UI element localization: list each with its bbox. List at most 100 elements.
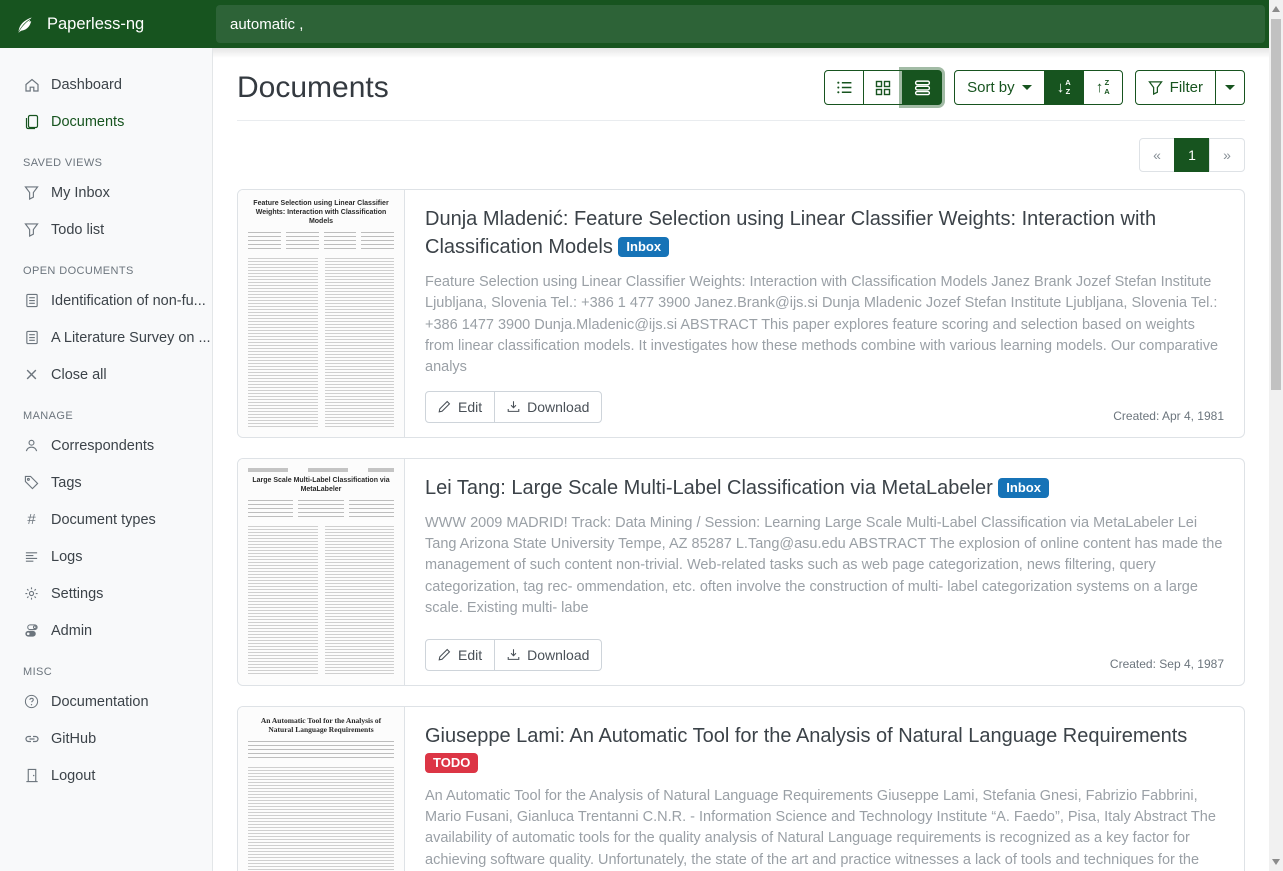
document-card: Large Scale Multi-Label Classification v… xyxy=(237,458,1245,686)
sidebar-item-logs[interactable]: Logs xyxy=(0,538,212,575)
thumbnail-title: Large Scale Multi-Label Classification v… xyxy=(248,476,394,494)
pencil-icon xyxy=(438,400,451,413)
document-snippet: WWW 2009 MADRID! Track: Data Mining / Se… xyxy=(425,513,1224,620)
pagination-page-1-button[interactable]: 1 xyxy=(1174,138,1210,172)
sidebar-item-admin[interactable]: Admin xyxy=(0,612,212,649)
filter-group: Filter xyxy=(1135,70,1245,105)
file-text-icon xyxy=(23,292,40,309)
sidebar-section-open-documents: OPEN DOCUMENTS xyxy=(0,265,212,277)
sidebar-item-tags[interactable]: Tags xyxy=(0,464,212,501)
sidebar-item-settings[interactable]: Settings xyxy=(0,575,212,612)
document-title-link[interactable]: Dunja Mladenić: Feature Selection using … xyxy=(425,205,1224,261)
tag-badge[interactable]: Inbox xyxy=(998,478,1049,498)
scroll-up-arrow-icon[interactable] xyxy=(1269,2,1283,16)
brand[interactable]: Paperless-ng xyxy=(0,14,213,35)
leaf-logo-icon xyxy=(15,14,36,35)
document-card: An Automatic Tool for the Analysis of Na… xyxy=(237,706,1245,871)
document-thumbnail[interactable]: Large Scale Multi-Label Classification v… xyxy=(238,459,405,685)
download-button[interactable]: Download xyxy=(494,639,602,671)
created-date: Created: Sep 4, 1987 xyxy=(1110,657,1224,671)
caret-down-icon xyxy=(1022,85,1032,90)
view-list-button[interactable] xyxy=(824,70,864,105)
sidebar-item-document-types[interactable]: # Document types xyxy=(0,501,212,538)
tag-icon xyxy=(23,474,40,491)
brand-name: Paperless-ng xyxy=(47,15,144,34)
document-title-link[interactable]: Lei Tang: Large Scale Multi-Label Classi… xyxy=(425,474,1224,502)
hash-icon: # xyxy=(23,511,40,528)
sidebar-item-label: A Literature Survey on ... xyxy=(51,330,211,346)
sidebar-item-label: Correspondents xyxy=(51,438,154,454)
sidebar-item-label: Todo list xyxy=(51,222,104,238)
sidebar-item-label: My Inbox xyxy=(51,185,110,201)
funnel-icon xyxy=(23,184,40,201)
main-content: Documents Sort by ↓AZ xyxy=(213,48,1269,871)
funnel-icon xyxy=(1148,80,1163,95)
close-icon xyxy=(23,366,40,383)
gear-icon xyxy=(23,585,40,602)
files-icon xyxy=(23,113,40,130)
sidebar-item-dashboard[interactable]: Dashboard xyxy=(0,66,212,103)
sort-by-dropdown[interactable]: Sort by xyxy=(954,70,1045,105)
scrollbar-thumb[interactable] xyxy=(1271,19,1281,390)
filter-dropdown-button[interactable] xyxy=(1215,70,1245,105)
pagination-next-button[interactable]: » xyxy=(1209,138,1245,172)
download-icon xyxy=(507,400,520,413)
download-icon xyxy=(507,648,520,661)
sidebar-item-close-all[interactable]: Close all xyxy=(0,356,212,393)
link-icon xyxy=(23,730,40,747)
search-input[interactable] xyxy=(216,5,1265,43)
download-button[interactable]: Download xyxy=(494,391,602,423)
edit-button[interactable]: Edit xyxy=(425,391,495,423)
thumbnail-title: Feature Selection using Linear Classifie… xyxy=(248,199,394,226)
vertical-scrollbar[interactable] xyxy=(1269,0,1283,871)
divider xyxy=(237,120,1245,121)
person-icon xyxy=(23,437,40,454)
door-icon xyxy=(23,767,40,784)
home-icon xyxy=(23,76,40,93)
file-text-icon xyxy=(23,329,40,346)
sidebar-section-saved-views: SAVED VIEWS xyxy=(0,157,212,169)
tag-badge[interactable]: TODO xyxy=(425,753,478,773)
sidebar-item-label: Close all xyxy=(51,367,107,383)
sort-alpha-down-icon: ↓AZ xyxy=(1057,79,1071,96)
sidebar-item-correspondents[interactable]: Correspondents xyxy=(0,427,212,464)
sidebar-section-manage: MANAGE xyxy=(0,410,212,422)
sidebar-item-label: Documentation xyxy=(51,694,149,710)
document-card: Feature Selection using Linear Classifie… xyxy=(237,189,1245,438)
sidebar-item-label: GitHub xyxy=(51,731,96,747)
pagination: « 1 » xyxy=(1139,138,1245,172)
sort-descending-button[interactable]: ↓AZ xyxy=(1044,70,1084,105)
sidebar-item-documents[interactable]: Documents xyxy=(0,103,212,140)
scroll-down-arrow-icon[interactable] xyxy=(1269,855,1283,869)
sidebar-item-my-inbox[interactable]: My Inbox xyxy=(0,174,212,211)
view-grid-button[interactable] xyxy=(863,70,903,105)
sidebar-item-logout[interactable]: Logout xyxy=(0,757,212,794)
sidebar-item-github[interactable]: GitHub xyxy=(0,720,212,757)
filter-button[interactable]: Filter xyxy=(1135,70,1216,105)
toggles-icon xyxy=(23,622,40,639)
sidebar-section-misc: MISC xyxy=(0,666,212,678)
view-toggle-group xyxy=(824,70,942,105)
sidebar-item-documentation[interactable]: Documentation xyxy=(0,683,212,720)
funnel-icon xyxy=(23,221,40,238)
thumbnail-title: An Automatic Tool for the Analysis of Na… xyxy=(248,716,394,736)
sidebar-item-label: Logs xyxy=(51,549,82,565)
caret-down-icon xyxy=(1225,85,1235,90)
pencil-icon xyxy=(438,648,451,661)
sort-group: Sort by ↓AZ ↑ZA xyxy=(954,70,1123,105)
sidebar-item-label: Tags xyxy=(51,475,82,491)
tag-badge[interactable]: Inbox xyxy=(618,237,669,257)
document-title-link[interactable]: Giuseppe Lami: An Automatic Tool for the… xyxy=(425,722,1224,750)
document-thumbnail[interactable]: An Automatic Tool for the Analysis of Na… xyxy=(238,707,405,871)
document-thumbnail[interactable]: Feature Selection using Linear Classifie… xyxy=(238,190,405,437)
edit-button[interactable]: Edit xyxy=(425,639,495,671)
sidebar-item-label: Identification of non-fu... xyxy=(51,293,206,309)
sidebar-item-todo-list[interactable]: Todo list xyxy=(0,211,212,248)
sidebar-item-open-doc-2[interactable]: A Literature Survey on ... xyxy=(0,319,212,356)
view-detail-button[interactable] xyxy=(902,70,942,105)
document-snippet: An Automatic Tool for the Analysis of Na… xyxy=(425,786,1224,871)
pagination-prev-button[interactable]: « xyxy=(1139,138,1175,172)
sidebar-item-open-doc-1[interactable]: Identification of non-fu... xyxy=(0,282,212,319)
sort-ascending-button[interactable]: ↑ZA xyxy=(1083,70,1123,105)
sidebar-item-label: Documents xyxy=(51,114,124,130)
